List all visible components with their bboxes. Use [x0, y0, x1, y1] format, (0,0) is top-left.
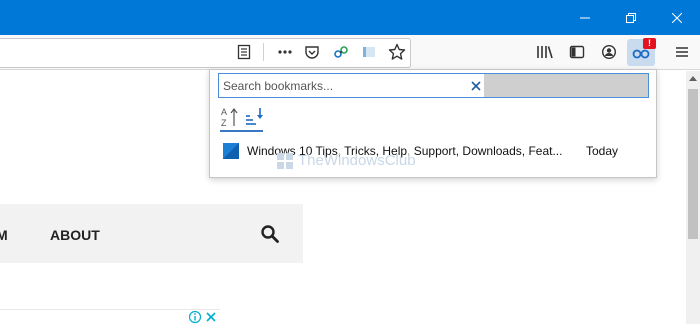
- sort-active-underline: [220, 130, 263, 132]
- bookmark-search-popup: A Z Windows 10 Tips,: [209, 69, 657, 178]
- extension-icon[interactable]: [329, 40, 353, 64]
- reader-view-icon[interactable]: [232, 40, 256, 64]
- title-bar: [0, 0, 700, 35]
- close-icon: [672, 12, 682, 23]
- windows-logo-icon: [223, 143, 239, 159]
- bookmark-result-row[interactable]: Windows 10 Tips, Tricks, Help, Support, …: [220, 142, 648, 162]
- close-button[interactable]: [654, 0, 700, 35]
- sort-controls: A Z: [221, 106, 265, 132]
- bookmark-search-field[interactable]: [218, 73, 649, 98]
- bookmark-title: Windows 10 Tips, Tricks, Help, Support, …: [247, 144, 563, 158]
- sidebar-icon[interactable]: [565, 40, 589, 64]
- bookmark-date: Today: [586, 144, 619, 158]
- site-nav-bar: [0, 204, 303, 263]
- scrollbar-thumb[interactable]: [688, 89, 698, 239]
- nav-toolbar: [0, 35, 700, 70]
- clear-search-icon[interactable]: [470, 79, 482, 91]
- browser-window: ! M ABOUT Search bookmarks... A Z Window…: [0, 0, 700, 324]
- scroll-up-arrow-icon[interactable]: [686, 71, 700, 85]
- ad-divider: [0, 309, 220, 310]
- minimize-button[interactable]: [562, 0, 608, 35]
- extension-badge: !: [643, 38, 656, 49]
- bookmark-star-icon[interactable]: [385, 40, 409, 64]
- ad-close-icon[interactable]: [204, 310, 218, 324]
- svg-text:A: A: [221, 107, 227, 117]
- minimize-icon: [580, 17, 590, 18]
- ad-info-icon[interactable]: [188, 310, 202, 324]
- library-icon[interactable]: [533, 40, 557, 64]
- search-icon[interactable]: [260, 224, 280, 244]
- screenshot-icon[interactable]: [357, 40, 381, 64]
- page-scrollbar[interactable]: [686, 71, 700, 324]
- pocket-icon[interactable]: [300, 40, 324, 64]
- svg-text:Z: Z: [221, 118, 227, 128]
- page-actions-menu-icon[interactable]: [273, 40, 297, 64]
- sort-alphabetical-icon[interactable]: A Z: [221, 106, 241, 128]
- nav-item-about[interactable]: ABOUT: [50, 227, 100, 243]
- restore-button[interactable]: [608, 0, 654, 35]
- bookmark-search-input[interactable]: [219, 74, 484, 97]
- account-icon[interactable]: [597, 40, 621, 64]
- hamburger-menu-icon[interactable]: [670, 40, 694, 64]
- sort-by-date-icon[interactable]: [245, 106, 265, 128]
- nav-item-partial[interactable]: M: [0, 227, 8, 243]
- restore-icon: [626, 12, 636, 23]
- toolbar-separator: [263, 43, 264, 61]
